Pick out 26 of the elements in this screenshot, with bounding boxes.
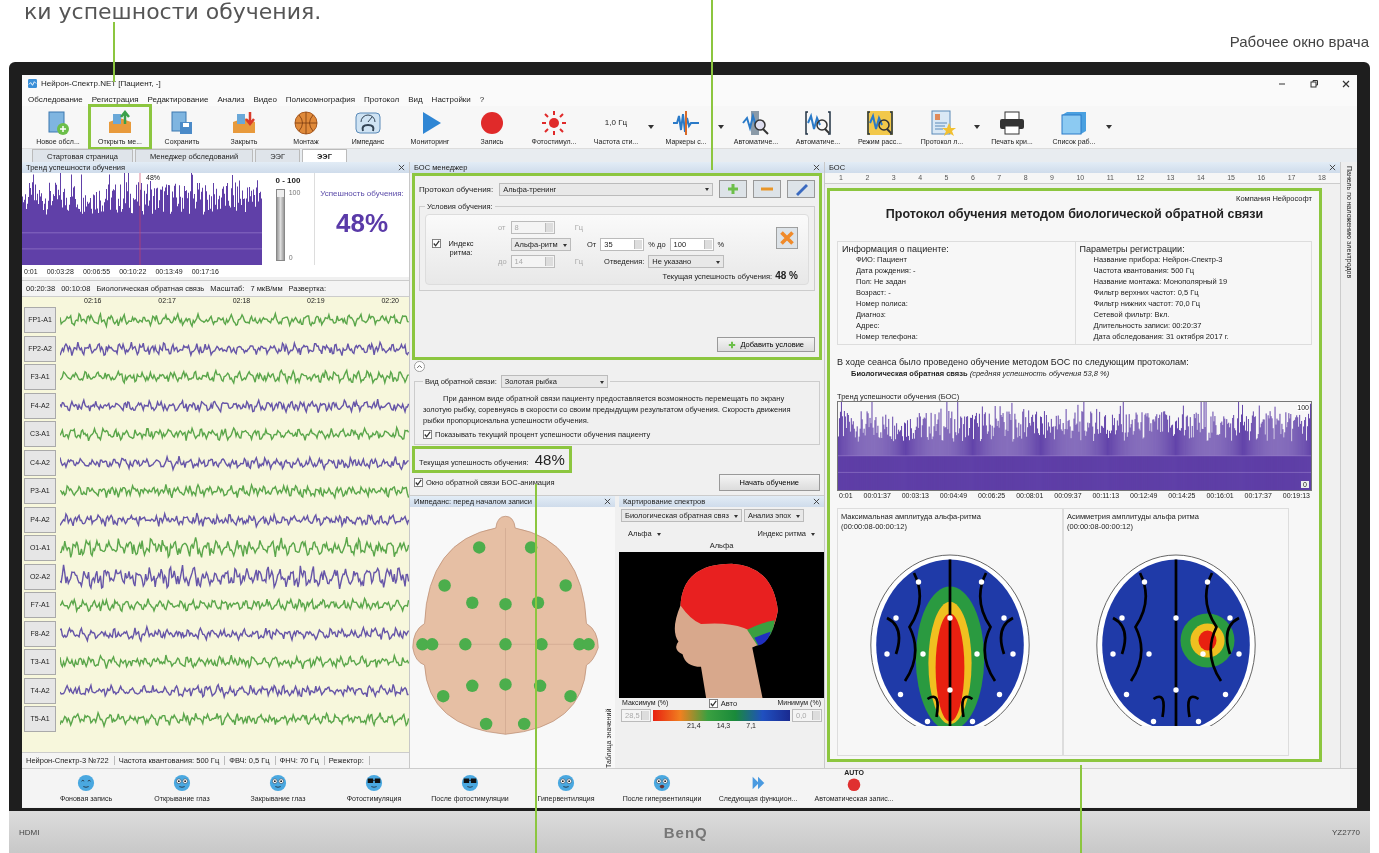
menu-item[interactable]: Видео [253,94,277,104]
menu-item[interactable]: Вид [408,94,423,104]
caption-text: ки успешности обучения. [23,0,322,24]
menu-item[interactable]: Настройки [431,94,471,104]
menu-item[interactable]: Полисомнография [285,94,356,104]
report-heading: Протокол обучения методом биологической обратной связи [884,207,1265,221]
menu-item[interactable]: Регистрация [91,94,139,104]
menu-item[interactable]: Анализ [217,94,245,104]
menu-item[interactable]: Редактирование [147,94,209,104]
port-label: HDMI [19,827,40,837]
menu-item[interactable]: ? [479,94,485,104]
field-label: Протокол обучения: [419,184,494,194]
brand-logo: BenQ [663,823,708,841]
model-label: YZ2770 [1331,827,1360,837]
success-value: 48% [335,208,388,239]
success-value: 48% [534,451,565,468]
success-value: 48 % [775,270,798,281]
section-title: Параметры регистрации: [1079,244,1186,254]
caption-text: Рабочее окно врача [1229,33,1370,50]
summary-text: В ходе сеанса было проведено обучение методом БОС по следующим протоколам: [837,357,1190,367]
range-label: 0 - 100 [275,176,301,185]
success-label: Успешность обучения: [320,189,404,198]
menu-item[interactable]: Протокол [364,94,400,104]
window-title: Нейрон-Спектр.NET [Пациент, -] [41,79,161,88]
section-title: Информация о пациенте: [842,244,950,254]
menu-item[interactable]: Обследование [28,94,83,104]
